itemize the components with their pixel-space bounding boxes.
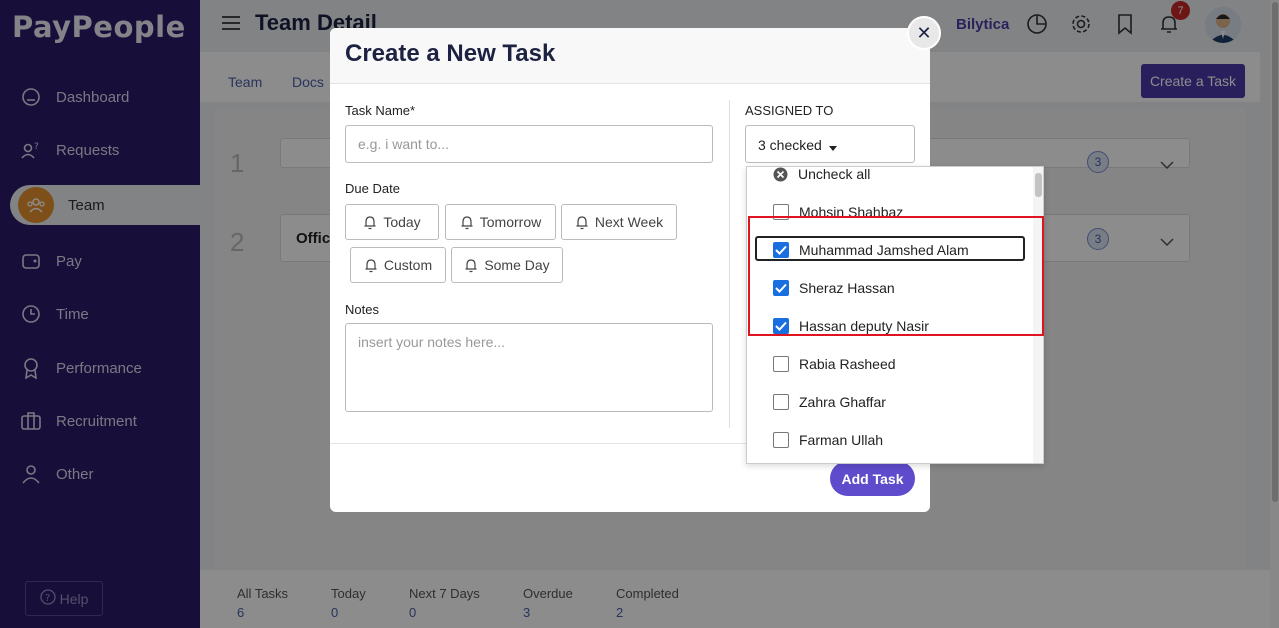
checkbox[interactable] (773, 394, 789, 410)
bell-icon (461, 215, 473, 229)
bell-icon (465, 258, 477, 272)
task-name-label: Task Name* (345, 103, 416, 118)
checkbox[interactable] (773, 432, 789, 448)
uncheck-all-option[interactable]: Uncheck all (747, 167, 1033, 193)
due-next-week-button[interactable]: Next Week (561, 204, 677, 240)
modal-title: Create a New Task (345, 40, 556, 67)
close-icon: ✕ (916, 22, 932, 43)
bell-icon (576, 215, 588, 229)
due-today-button[interactable]: Today (345, 204, 439, 240)
bell-icon (364, 215, 376, 229)
assigned-to-label: ASSIGNED TO (745, 103, 834, 118)
dropdown-scrollbar-thumb[interactable] (1035, 173, 1042, 197)
assignee-option[interactable]: Rabia Rasheed (747, 345, 1033, 383)
column-divider (729, 100, 730, 428)
due-tomorrow-button[interactable]: Tomorrow (445, 204, 556, 240)
caret-down-icon (828, 138, 837, 154)
close-circle-icon (773, 167, 788, 182)
modal-header: Create a New Task (330, 28, 930, 84)
add-task-button[interactable]: Add Task (830, 461, 915, 496)
due-custom-button[interactable]: Custom (350, 247, 446, 283)
due-some-day-button[interactable]: Some Day (451, 247, 563, 283)
assigned-to-select[interactable]: 3 checked (745, 125, 915, 163)
notes-label: Notes (345, 302, 379, 317)
notes-textarea[interactable]: insert your notes here... (345, 323, 713, 412)
checkbox[interactable] (773, 356, 789, 372)
task-name-input[interactable]: e.g. i want to... (345, 125, 713, 163)
annotation-highlight-box (748, 216, 1044, 336)
assignee-option[interactable]: Zahra Ghaffar (747, 383, 1033, 421)
due-date-label: Due Date (345, 181, 400, 196)
assignee-option[interactable]: Farman Ullah (747, 421, 1033, 459)
close-button[interactable]: ✕ (907, 16, 941, 50)
bell-icon (365, 258, 377, 272)
